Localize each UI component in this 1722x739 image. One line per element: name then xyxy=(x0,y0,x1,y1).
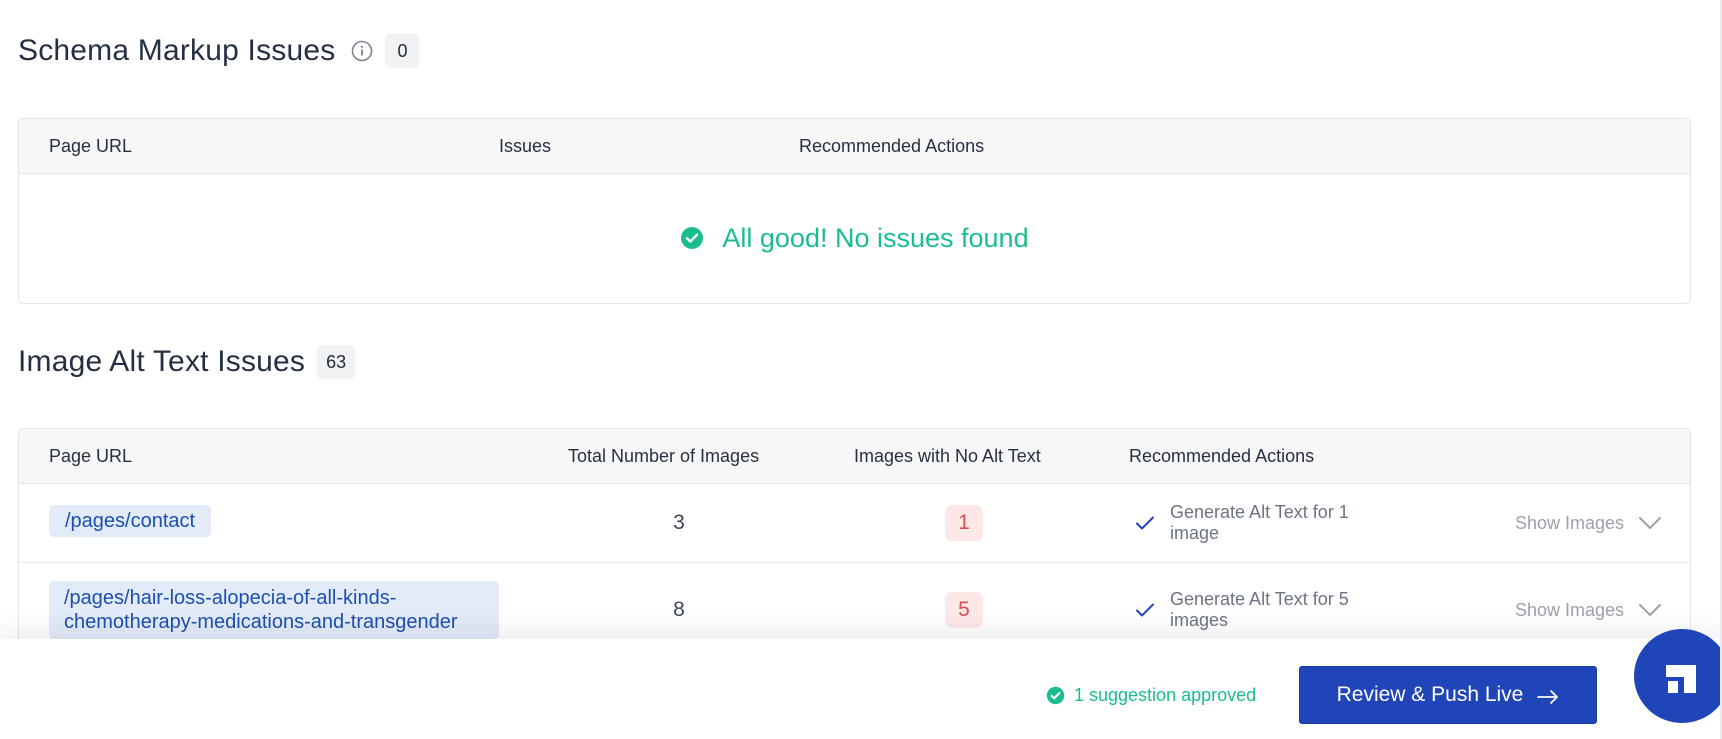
empty-state: All good! No issues found xyxy=(19,174,1690,302)
show-images-label: Show Images xyxy=(1514,512,1624,533)
chevron-down-icon xyxy=(1638,511,1662,535)
approved-text: 1 suggestion approved xyxy=(1074,685,1257,705)
check-circle-icon xyxy=(1046,686,1065,705)
app-logo-icon xyxy=(1664,653,1706,700)
schema-issues-table: Page URL Issues Recommended Actions All … xyxy=(18,118,1691,304)
info-icon[interactable] xyxy=(351,40,373,62)
column-header-no-alt-text: Images with No Alt Text xyxy=(854,446,1041,466)
check-circle-icon xyxy=(680,226,704,250)
action-label: Generate Alt Text for 1 image xyxy=(1170,502,1349,543)
app-logo-button[interactable] xyxy=(1634,629,1722,723)
review-push-live-button[interactable]: Review & Push Live xyxy=(1299,666,1597,724)
chevron-down-icon xyxy=(1638,598,1662,622)
schema-count-badge: 0 xyxy=(385,34,420,68)
generate-alt-text-action[interactable]: Generate Alt Text for 5 images xyxy=(1134,589,1380,631)
push-button-label: Review & Push Live xyxy=(1336,683,1524,706)
generate-alt-text-action[interactable]: Generate Alt Text for 1 image xyxy=(1134,502,1380,544)
column-header-total-images: Total Number of Images xyxy=(568,446,760,466)
alt-section-title: Image Alt Text Issues xyxy=(18,345,306,378)
alt-count-badge: 63 xyxy=(317,345,356,379)
column-header-page-url: Page URL xyxy=(49,136,133,156)
check-icon xyxy=(1134,599,1156,621)
total-images-value: 8 xyxy=(673,598,685,621)
action-footer: 1 suggestion approved Review & Push Live xyxy=(0,639,1722,739)
check-icon xyxy=(1134,512,1156,534)
schema-table-header: Page URL Issues Recommended Actions xyxy=(19,119,1690,174)
show-images-toggle[interactable]: Show Images xyxy=(1515,598,1662,622)
action-label: Generate Alt Text for 5 images xyxy=(1170,589,1349,630)
schema-section-title: Schema Markup Issues xyxy=(18,34,336,67)
no-alt-count-badge: 1 xyxy=(945,505,983,541)
column-header-issues: Issues xyxy=(499,136,552,156)
show-images-label: Show Images xyxy=(1514,599,1624,620)
page-url-link[interactable]: /pages/hair-loss-alopecia-of-all-kinds-c… xyxy=(49,581,499,639)
alt-section-header: Image Alt Text Issues 63 xyxy=(18,345,356,379)
alt-table-header: Page URL Total Number of Images Images w… xyxy=(19,429,1690,484)
table-row: /pages/contact 3 1 Generate Alt Text for… xyxy=(19,484,1690,563)
column-header-page-url: Page URL xyxy=(49,446,133,466)
show-images-toggle[interactable]: Show Images xyxy=(1515,511,1662,535)
schema-section-header: Schema Markup Issues 0 xyxy=(18,34,420,68)
approved-status: 1 suggestion approved xyxy=(1046,685,1256,706)
empty-state-message: All good! No issues found xyxy=(722,222,1029,253)
arrow-right-icon xyxy=(1537,687,1559,704)
page-url-link[interactable]: /pages/contact xyxy=(49,505,212,537)
column-header-recommended-actions: Recommended Actions xyxy=(799,136,985,156)
no-alt-count-badge: 5 xyxy=(945,592,983,628)
total-images-value: 3 xyxy=(673,511,685,534)
column-header-recommended-actions: Recommended Actions xyxy=(1129,446,1315,466)
